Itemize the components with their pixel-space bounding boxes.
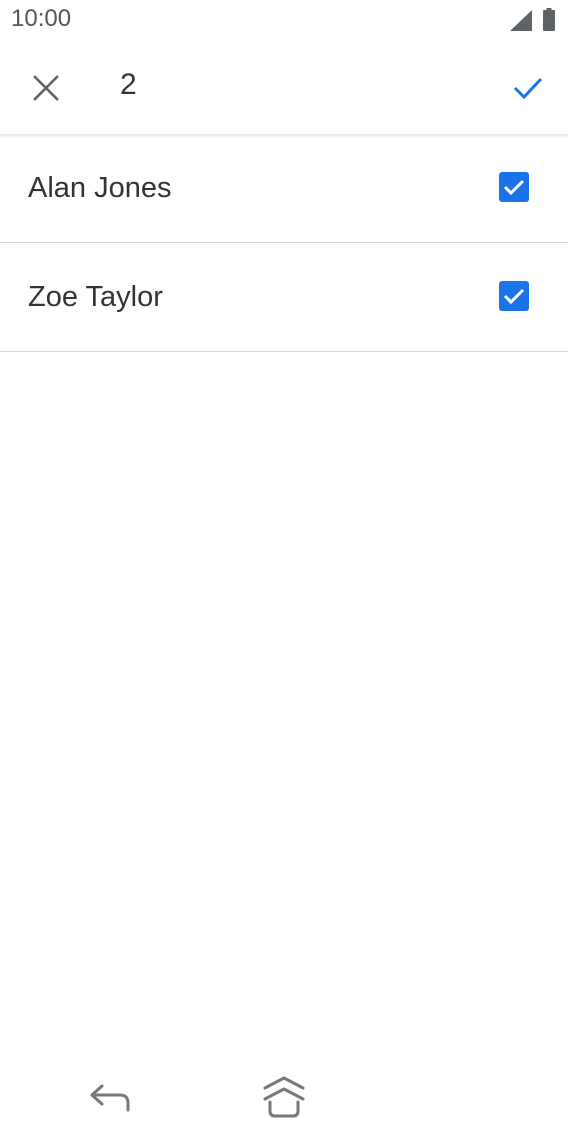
close-button[interactable]: [20, 62, 72, 114]
navigation-bar: [0, 1060, 568, 1136]
list-item[interactable]: Zoe Taylor: [0, 243, 568, 352]
status-time: 10:00: [11, 5, 72, 32]
contact-name: Alan Jones: [28, 172, 172, 204]
screen: 10:00 2 Alan Jones Zoe Taylor: [0, 0, 568, 1136]
battery-icon: [543, 8, 555, 31]
checkmark-icon: [503, 288, 525, 305]
back-button[interactable]: [86, 1078, 134, 1118]
close-icon: [33, 75, 59, 101]
list-item[interactable]: Alan Jones: [0, 134, 568, 243]
back-icon: [90, 1084, 130, 1112]
checkbox[interactable]: [499, 281, 529, 311]
contact-list: Alan Jones Zoe Taylor: [0, 134, 568, 352]
checkbox[interactable]: [499, 172, 529, 202]
signal-icon: [510, 10, 532, 31]
contact-name: Zoe Taylor: [28, 281, 163, 313]
app-bar: 2: [0, 40, 568, 134]
checkmark-icon: [503, 179, 525, 196]
check-icon: [513, 77, 543, 100]
home-button[interactable]: [258, 1072, 310, 1122]
home-icon: [263, 1076, 305, 1118]
confirm-button[interactable]: [502, 62, 554, 114]
status-bar: 10:00: [0, 0, 568, 40]
selection-count: 2: [120, 68, 137, 101]
